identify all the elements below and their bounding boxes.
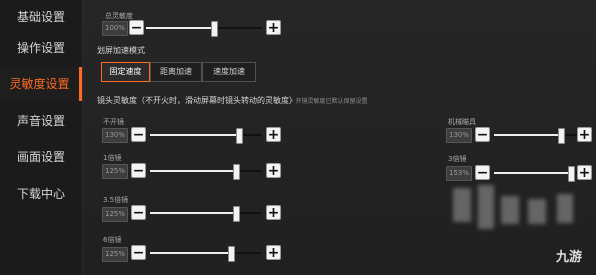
- sidebar-item-graphics[interactable]: 画面设置: [0, 140, 82, 174]
- mode-fixed-speed-button[interactable]: 固定速度: [101, 62, 150, 82]
- minus-icon: −: [132, 127, 145, 143]
- iron-sight-fill: [494, 134, 560, 136]
- total-sensitivity-fill: [146, 27, 213, 29]
- slider-value-1x-scope: 125%: [102, 164, 128, 179]
- total-sensitivity-plus-button[interactable]: +: [266, 20, 281, 36]
- plus-icon: +: [578, 165, 591, 181]
- camera-sensitivity-title: 镜头灵敏度（不开火时，滑动屏幕时镜头转动的灵敏度）: [97, 96, 297, 105]
- plus-icon: +: [578, 127, 591, 143]
- blurred-overlay-block: [557, 194, 573, 223]
- slider-value-3-5x-scope: 125%: [102, 207, 128, 222]
- scope-1x-plus-button[interactable]: +: [266, 163, 281, 179]
- iron-sight-minus-button[interactable]: −: [475, 127, 490, 143]
- mode-distance-acceleration-button[interactable]: 距离加速: [150, 62, 202, 82]
- watermark-logo: 九游: [555, 250, 582, 265]
- slider-value-no-scope: 130%: [102, 128, 128, 143]
- plus-icon: +: [267, 245, 280, 261]
- slider-label-3-5x-scope: 3.5倍镜: [103, 196, 129, 204]
- scope-6x-plus-button[interactable]: +: [266, 245, 281, 261]
- minus-icon: −: [132, 245, 145, 261]
- scope-6x-fill: [150, 252, 230, 254]
- speed-mode-title: 划屏加速模式: [97, 46, 145, 55]
- blurred-overlay-block: [501, 196, 519, 224]
- scope-3x-handle[interactable]: [568, 166, 575, 182]
- blurred-overlay-block: [478, 185, 494, 229]
- minus-icon: −: [130, 20, 143, 36]
- sidebar: 基础设置 操作设置 灵敏度设置 声音设置 画面设置 下载中心: [0, 0, 83, 275]
- total-sensitivity-value: 100%: [102, 21, 128, 36]
- total-sensitivity-handle[interactable]: [211, 21, 218, 37]
- scope-6x-handle[interactable]: [228, 246, 235, 262]
- plus-icon: +: [267, 127, 280, 143]
- no-scope-handle[interactable]: [236, 128, 243, 144]
- minus-icon: −: [476, 127, 489, 143]
- iron-sight-plus-button[interactable]: +: [577, 127, 592, 143]
- no-scope-plus-button[interactable]: +: [266, 127, 281, 143]
- blurred-overlay-block: [528, 199, 546, 224]
- slider-value-iron-sight: 130%: [446, 128, 472, 143]
- scope-1x-handle[interactable]: [233, 164, 240, 180]
- no-scope-minus-button[interactable]: −: [131, 127, 146, 143]
- main-panel: 总灵敏度 100% − + 划屏加速模式 固定速度 距离加速 速度加速 镜头灵敏…: [83, 0, 596, 275]
- plus-icon: +: [267, 20, 280, 36]
- sidebar-item-basic[interactable]: 基础设置: [0, 0, 82, 34]
- sidebar-item-sound[interactable]: 声音设置: [0, 104, 82, 138]
- sidebar-item-download[interactable]: 下载中心: [0, 177, 82, 211]
- minus-icon: −: [132, 163, 145, 179]
- scope-3x-minus-button[interactable]: −: [475, 165, 490, 181]
- scope-3-5x-minus-button[interactable]: −: [131, 205, 146, 221]
- plus-icon: +: [267, 205, 280, 221]
- camera-sensitivity-hint: • 开镜灵敏度已默认保留设置: [290, 98, 368, 105]
- minus-icon: −: [476, 165, 489, 181]
- scope-3-5x-fill: [150, 212, 235, 214]
- slider-label-1x-scope: 1倍镜: [103, 154, 122, 162]
- sidebar-item-sensitivity[interactable]: 灵敏度设置: [0, 67, 82, 101]
- blurred-overlay-block: [453, 188, 471, 222]
- scope-3x-fill: [494, 172, 570, 174]
- mode-speed-acceleration-button[interactable]: 速度加速: [202, 62, 256, 82]
- iron-sight-handle[interactable]: [558, 128, 565, 144]
- scope-6x-minus-button[interactable]: −: [131, 245, 146, 261]
- scope-1x-minus-button[interactable]: −: [131, 163, 146, 179]
- scope-1x-fill: [150, 170, 235, 172]
- slider-label-no-scope: 不开镜: [103, 118, 124, 126]
- sidebar-item-controls[interactable]: 操作设置: [0, 31, 82, 65]
- plus-icon: +: [267, 163, 280, 179]
- total-sensitivity-minus-button[interactable]: −: [129, 20, 144, 36]
- slider-value-6x-scope: 125%: [102, 247, 128, 262]
- minus-icon: −: [132, 205, 145, 221]
- scope-3-5x-handle[interactable]: [233, 206, 240, 222]
- slider-label-6x-scope: 6倍镜: [103, 236, 122, 244]
- slider-label-iron-sight: 机械瞄具: [448, 118, 476, 126]
- scope-3x-plus-button[interactable]: +: [577, 165, 592, 181]
- no-scope-fill: [150, 134, 238, 136]
- slider-value-3x-scope: 153%: [446, 166, 472, 181]
- slider-label-3x-scope: 3倍镜: [448, 155, 467, 163]
- scope-3-5x-plus-button[interactable]: +: [266, 205, 281, 221]
